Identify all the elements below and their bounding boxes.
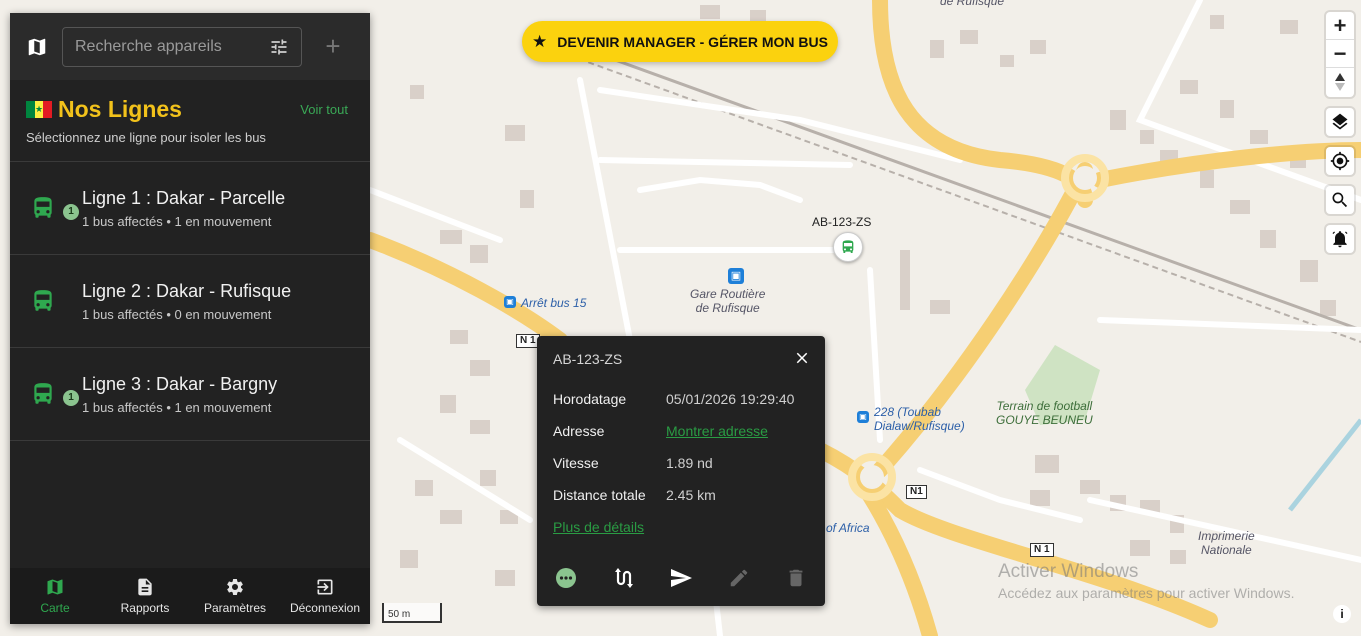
nav-label: Carte — [40, 601, 70, 615]
close-icon[interactable] — [793, 349, 811, 367]
add-device-button[interactable]: + — [318, 31, 348, 62]
map-label-arret: Arrêt bus 15 — [521, 296, 587, 310]
line-item-3[interactable]: 1 Ligne 3 : Dakar - Bargny 1 bus affecté… — [10, 348, 370, 441]
nav-carte[interactable]: Carte — [10, 568, 100, 624]
nav-label: Rapports — [120, 601, 170, 615]
nav-parametres[interactable]: Paramètres — [190, 568, 280, 624]
send-command-icon[interactable] — [667, 564, 695, 592]
delete-icon — [782, 564, 810, 592]
popup-row-address: Adresse Montrer adresse — [553, 423, 813, 439]
nav-deconnexion[interactable]: Déconnexion — [280, 568, 370, 624]
watermark-title: Activer Windows — [998, 561, 1139, 582]
alarm-icon — [1332, 231, 1348, 248]
map-label-imprimerie: Imprimerie Nationale — [1198, 529, 1255, 557]
bus-icon — [34, 290, 52, 311]
description-icon — [138, 578, 152, 596]
line-stats: 1 bus affectés • 1 en mouvement — [82, 213, 272, 229]
line-name: Ligne 2 : Dakar - Rufisque — [82, 280, 292, 301]
bus-station-icon: ▣ — [728, 268, 744, 284]
popup-actions — [537, 564, 825, 592]
watermark-subtitle: Accédez aux paramètres pour activer Wind… — [998, 585, 1295, 601]
attribution-info-icon[interactable]: i — [1333, 605, 1351, 623]
zoom-controls: + − — [1326, 12, 1354, 97]
popup-row-distance: Distance totale 2.45 km — [553, 487, 813, 503]
line-name: Ligne 3 : Dakar - Bargny — [82, 373, 278, 394]
bus-icon — [34, 383, 52, 404]
search-box — [62, 26, 302, 67]
vehicle-label: AB-123-ZS — [812, 215, 872, 229]
map-search-button[interactable] — [1326, 186, 1354, 214]
map-label-stop-228: 228 (Toubab Dialaw/Rufisque) — [874, 405, 965, 433]
bus-stop-icon: ▣ — [504, 296, 516, 308]
my-location-icon — [1330, 151, 1350, 171]
popup-row-timestamp: Horodatage 05/01/2026 19:29:40 — [553, 391, 813, 407]
windows-activation-watermark: Activer Windows Accédez aux paramètres p… — [998, 561, 1294, 601]
route-icon[interactable] — [609, 564, 637, 592]
edit-icon — [725, 564, 753, 592]
alarm-button[interactable] — [1326, 225, 1354, 253]
vehicle-marker[interactable] — [833, 232, 863, 262]
popup-key: Distance totale — [553, 487, 646, 503]
moving-count-badge: 1 — [63, 204, 79, 220]
search-input[interactable] — [75, 37, 255, 56]
line-name: Ligne 1 : Dakar - Parcelle — [82, 187, 286, 208]
map-label-africa: of Africa — [826, 521, 870, 535]
lines-subtitle: Sélectionnez une ligne pour isoler les b… — [26, 130, 266, 145]
popup-key: Horodatage — [553, 391, 627, 407]
map-icon — [47, 579, 63, 595]
compass-icon — [1335, 73, 1345, 91]
scale-bar: 50 m — [382, 603, 442, 623]
moving-count-badge: 1 — [63, 390, 79, 406]
road-shield: N 1 — [1030, 543, 1054, 557]
popup-key: Vitesse — [553, 455, 599, 471]
lines-title: Nos Lignes — [58, 96, 182, 122]
line-stats: 1 bus affectés • 0 en mouvement — [82, 306, 272, 322]
senegal-flag-icon: ★ — [26, 101, 53, 118]
become-manager-button[interactable]: ★ DEVENIR MANAGER - GÉRER MON BUS — [522, 21, 838, 62]
nav-label: Paramètres — [203, 601, 267, 615]
popup-value: 2.45 km — [666, 487, 716, 503]
nav-label: Déconnexion — [289, 601, 361, 615]
map-label-terrain: Terrain de football GOUYE BEUNEU — [996, 399, 1093, 427]
logout-icon — [317, 579, 333, 595]
popup-key: Adresse — [553, 423, 605, 439]
popup-row-speed: Vitesse 1.89 nd — [553, 455, 813, 471]
bus-stop-icon: ▣ — [857, 411, 869, 423]
line-item-2[interactable]: Ligne 2 : Dakar - Rufisque 1 bus affecté… — [10, 255, 370, 348]
popup-value: 05/01/2026 19:29:40 — [666, 391, 795, 407]
show-address-link[interactable]: Montrer adresse — [666, 423, 768, 439]
popup-value: 1.89 nd — [666, 455, 713, 471]
gear-icon — [227, 579, 243, 595]
star-icon: ★ — [532, 31, 548, 51]
locate-button[interactable] — [1326, 147, 1354, 175]
map-toggle-icon[interactable] — [26, 36, 48, 58]
search-icon — [1332, 192, 1348, 208]
popup-title: AB-123-ZS — [553, 351, 623, 367]
lines-header: ★ Nos Lignes Voir tout Sélectionnez une … — [10, 80, 370, 162]
line-stats: 1 bus affectés • 1 en mouvement — [82, 399, 272, 415]
compass-button[interactable] — [1326, 68, 1354, 96]
layers-icon — [1332, 113, 1348, 130]
bottom-nav: Carte Rapports Paramètres Déconnexion — [10, 568, 370, 624]
more-options-icon[interactable] — [552, 564, 580, 592]
side-panel: + ★ Nos Lignes Voir tout Sélectionnez un… — [10, 13, 370, 624]
layers-button[interactable] — [1326, 108, 1354, 136]
become-manager-label: DEVENIR MANAGER - GÉRER MON BUS — [557, 33, 828, 50]
zoom-in-button[interactable]: + — [1326, 12, 1354, 40]
line-item-1[interactable]: 1 Ligne 1 : Dakar - Parcelle 1 bus affec… — [10, 162, 370, 255]
filter-icon[interactable] — [269, 37, 289, 57]
more-details-link[interactable]: Plus de détails — [553, 519, 644, 535]
map-label-rufisque: de Rufisque — [940, 0, 1005, 8]
zoom-out-button[interactable]: − — [1326, 40, 1354, 68]
bus-icon — [842, 240, 854, 253]
vehicle-popup: AB-123-ZS Horodatage 05/01/2026 19:29:40… — [537, 336, 825, 606]
road-shield: N1 — [906, 485, 927, 499]
panel-toolbar: + — [10, 13, 370, 80]
map-label-gare: Gare Routière de Rufisque — [690, 287, 766, 315]
bus-icon — [34, 197, 52, 218]
view-all-link[interactable]: Voir tout — [300, 102, 348, 117]
nav-rapports[interactable]: Rapports — [100, 568, 190, 624]
